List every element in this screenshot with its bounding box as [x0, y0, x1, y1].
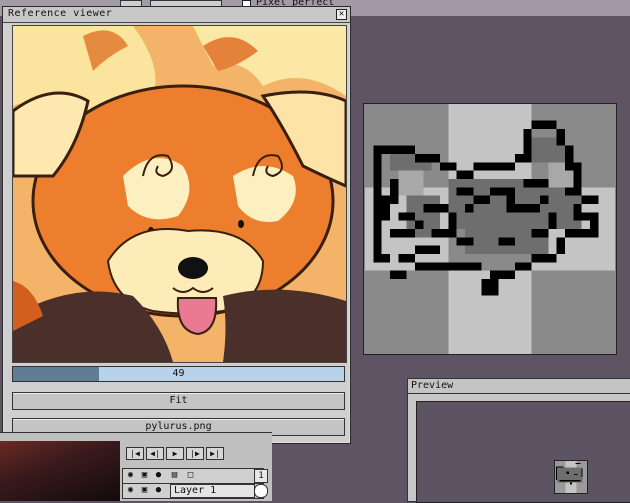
- next-frame-icon[interactable]: |▶: [186, 447, 204, 460]
- reference-viewer-window: Reference viewer ✕ 49 Fit pylurus.png: [2, 6, 351, 444]
- zoom-value: 49: [172, 368, 185, 379]
- frame-settings-icon[interactable]: □: [186, 471, 195, 480]
- frame-number[interactable]: 1: [254, 469, 268, 483]
- preview-canvas: [416, 401, 630, 503]
- preview-thumbnail: [554, 460, 588, 494]
- palette-strip: [0, 441, 120, 501]
- layer-lock-icon[interactable]: ▣: [140, 486, 149, 495]
- cel-dot[interactable]: [254, 484, 268, 498]
- layer-continuous-icon[interactable]: ●: [154, 486, 163, 495]
- play-icon[interactable]: ▶: [166, 447, 184, 460]
- zoom-slider[interactable]: 49: [12, 366, 345, 382]
- layer-visibility-icon[interactable]: ◉: [126, 486, 135, 495]
- lock-icon[interactable]: ▣: [140, 471, 149, 480]
- preview-titlebar[interactable]: Preview: [408, 379, 630, 394]
- prev-frame-icon[interactable]: ◀|: [146, 447, 164, 460]
- preview-title: Preview: [411, 380, 454, 391]
- layer-header-row: ◉ ▣ ● ▤ □: [122, 468, 264, 484]
- sprite-canvas[interactable]: [363, 103, 617, 355]
- first-frame-icon[interactable]: |◀: [126, 447, 144, 460]
- reference-image[interactable]: [12, 25, 347, 363]
- timeline-panel: |◀ ◀| ▶ |▶ ▶| ◉ ▣ ● ▤ □ 1 ◉ ▣ ● Layer 1: [0, 432, 272, 501]
- sprite-pixels: [365, 104, 615, 354]
- close-icon[interactable]: ✕: [336, 9, 347, 20]
- last-frame-icon[interactable]: ▶|: [206, 447, 224, 460]
- layer-name[interactable]: Layer 1: [170, 484, 255, 498]
- preview-window: Preview: [407, 378, 630, 503]
- eye-icon[interactable]: ◉: [126, 471, 135, 480]
- reference-viewer-titlebar[interactable]: Reference viewer ✕: [3, 7, 350, 23]
- continuous-icon[interactable]: ●: [154, 471, 163, 480]
- group-icon[interactable]: ▤: [170, 471, 179, 480]
- fit-button[interactable]: Fit: [12, 392, 345, 410]
- red-panda-illustration: [13, 26, 346, 362]
- reference-viewer-title: Reference viewer: [8, 8, 113, 19]
